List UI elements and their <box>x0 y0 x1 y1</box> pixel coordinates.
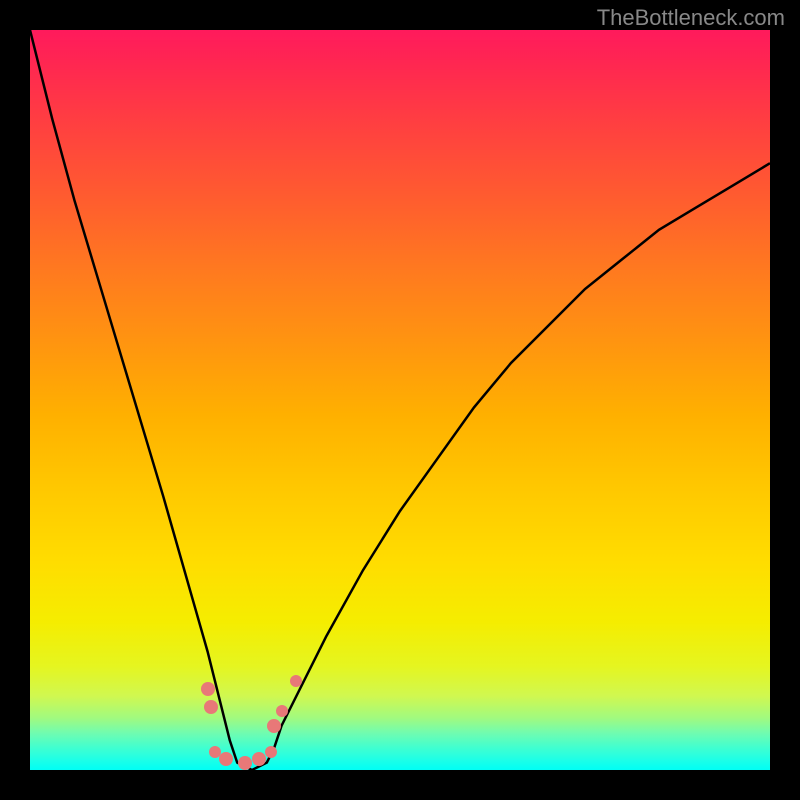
data-dot <box>238 756 252 770</box>
data-dot <box>201 682 215 696</box>
data-dot <box>265 746 277 758</box>
data-dot <box>219 752 233 766</box>
data-dot <box>276 705 288 717</box>
data-dot <box>290 675 302 687</box>
watermark-text: TheBottleneck.com <box>597 5 785 31</box>
bottleneck-curve-line <box>30 30 770 770</box>
chart-plot-area <box>30 30 770 770</box>
data-dot <box>204 700 218 714</box>
data-dot <box>267 719 281 733</box>
bottleneck-curve-svg <box>30 30 770 770</box>
